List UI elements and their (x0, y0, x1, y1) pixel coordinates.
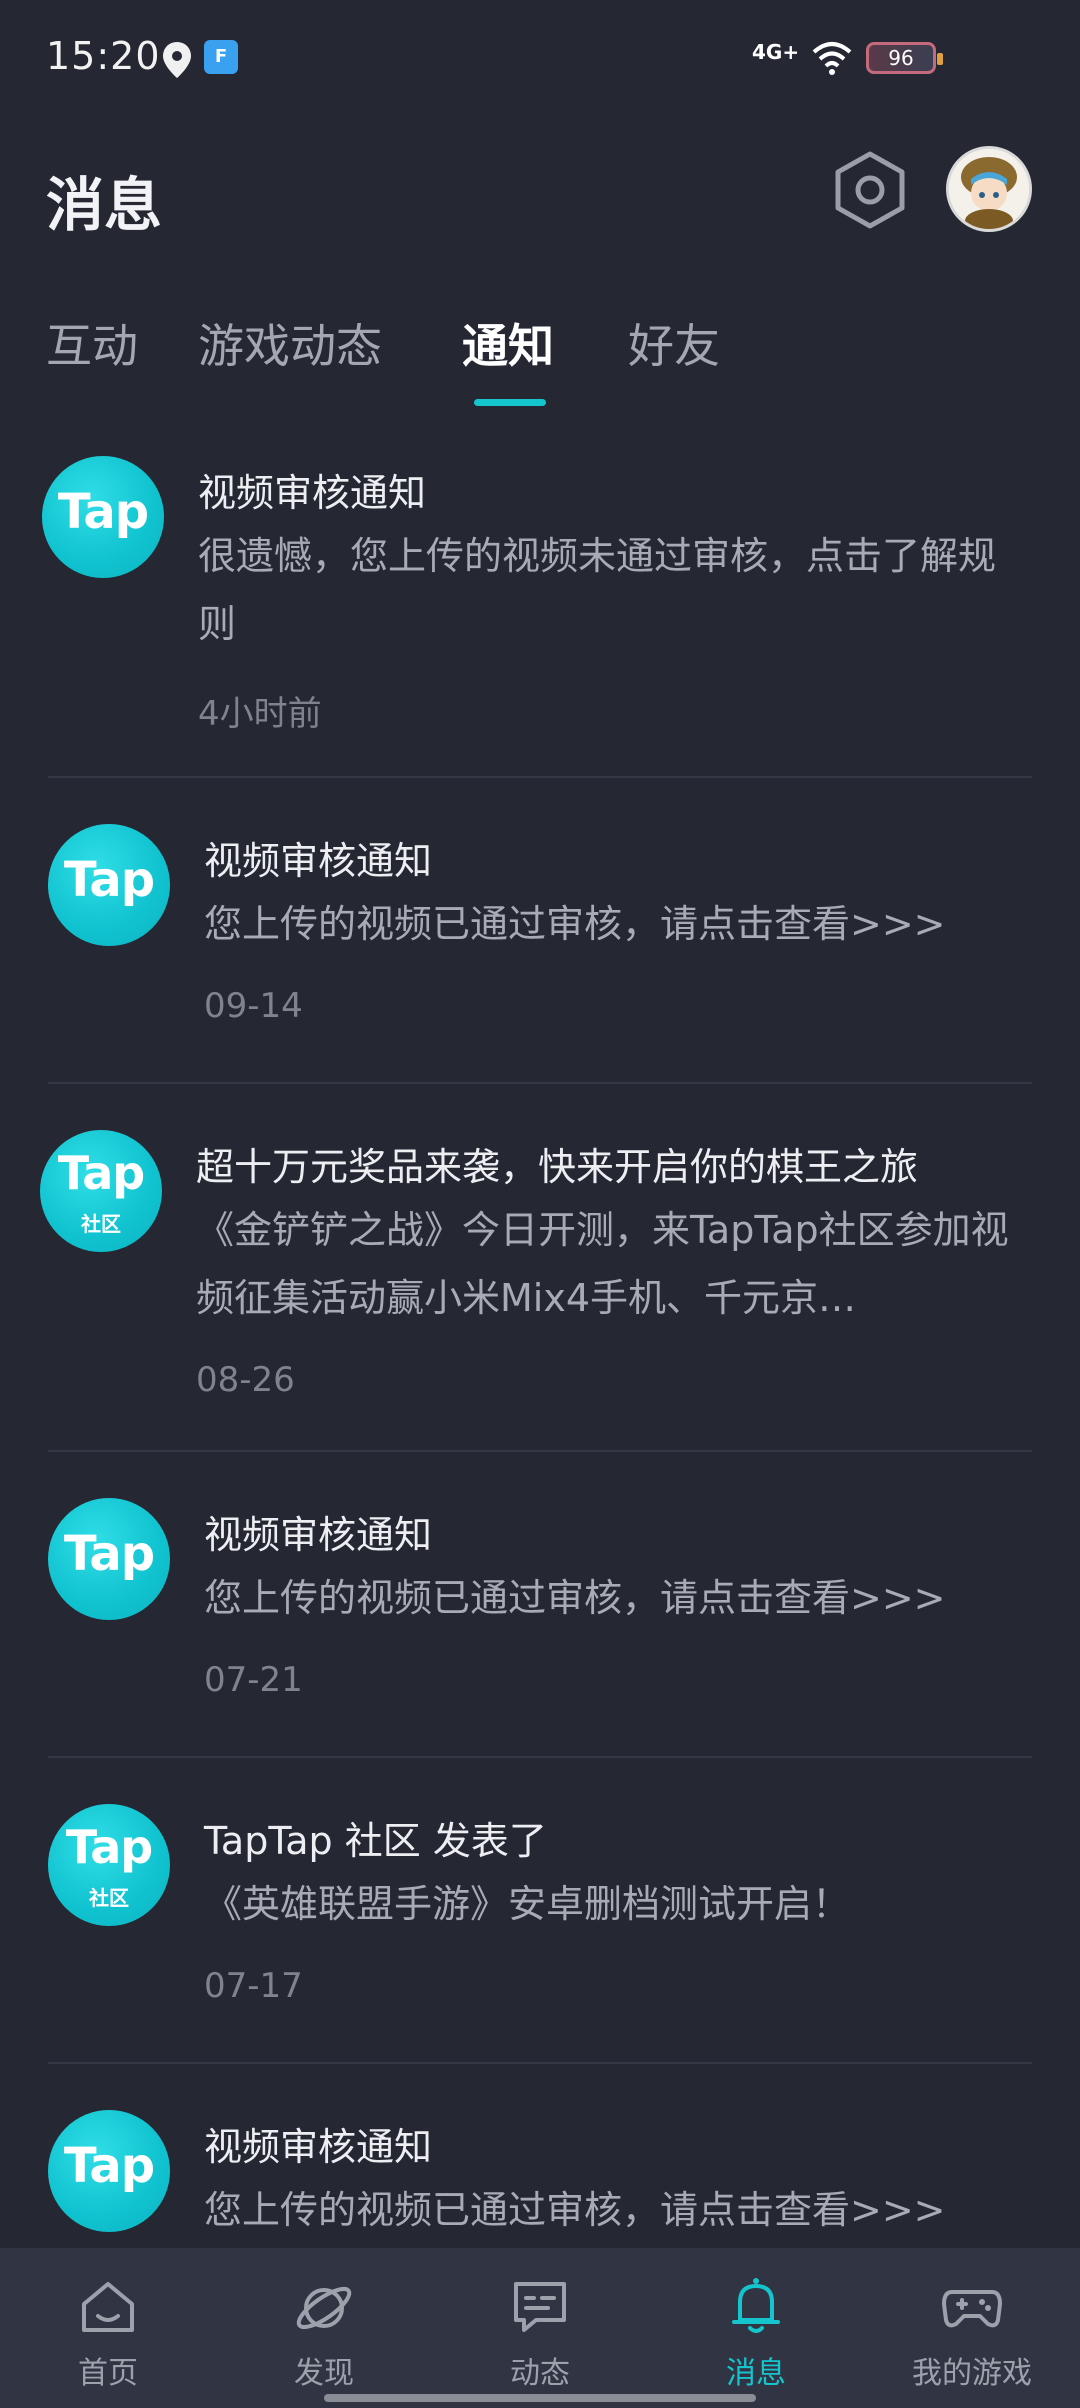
logo-subtext: 社区 (89, 1886, 129, 1910)
notification-item[interactable]: Tap 社区 超十万元奖品来袭，快来开启你的棋王之旅 《金铲铲之战》今日开测，来… (0, 1084, 1080, 1452)
logo-subtext: 社区 (81, 1212, 121, 1236)
nav-my-games[interactable]: 我的游戏 (864, 2248, 1080, 2408)
page-title: 消息 (46, 171, 163, 239)
nav-label: 消息 (726, 2356, 786, 2391)
taptap-community-logo-icon: Tap 社区 (40, 1130, 162, 1252)
logo-text: Tap (63, 2138, 155, 2194)
notification-time: 07-21 (204, 1660, 303, 1700)
notification-body: 很遗憾，您上传的视频未通过审核，点击了解规则 (198, 534, 997, 646)
taptap-logo-icon: Tap (48, 1498, 170, 1620)
notification-body: 您上传的视频已通过审核，请点击查看>>> (204, 2188, 946, 2232)
notification-time: 4小时前 (198, 694, 322, 734)
nav-label: 我的游戏 (912, 2356, 1032, 2391)
wifi-icon (812, 42, 852, 75)
user-avatar[interactable] (946, 146, 1032, 232)
status-time: 15:20 (46, 34, 161, 78)
logo-text: Tap (63, 852, 155, 908)
nav-home[interactable]: 首页 (0, 2248, 216, 2408)
notification-title: 视频审核通知 (204, 2125, 433, 2169)
notification-item[interactable]: Tap 视频审核通知 很遗憾，您上传的视频未通过审核，点击了解规则 4小时前 (0, 430, 1080, 776)
discover-planet-icon (296, 2286, 352, 2330)
notification-time: 07-17 (204, 1966, 303, 2006)
status-bar: 15:20 F 4G+ 96 (0, 0, 1080, 120)
signal-icon: 4G+ (752, 40, 800, 64)
gamepad-icon (942, 2290, 1002, 2328)
notification-item[interactable]: Tap 视频审核通知 您上传的视频已通过审核，请点击查看>>> 07-21 (0, 1452, 1080, 1756)
taptap-logo-icon: Tap (48, 2110, 170, 2232)
taptap-community-logo-icon: Tap 社区 (48, 1804, 170, 1926)
notification-time: 09-14 (204, 986, 303, 1026)
notification-time: 08-26 (196, 1360, 295, 1400)
notification-body: 您上传的视频已通过审核，请点击查看>>> (204, 1576, 946, 1620)
notification-title: 超十万元奖品来袭，快来开启你的棋王之旅 (196, 1145, 919, 1189)
notification-item[interactable]: Tap 社区 TapTap 社区 发表了 《英雄联盟手游》安卓删档测试开启！ 0… (0, 1758, 1080, 2062)
logo-text: Tap (57, 1146, 145, 1200)
chat-bubble-icon (514, 2282, 566, 2332)
home-gesture-bar[interactable] (324, 2394, 756, 2402)
tab-bar: 互动 游戏动态 通知 好友 (0, 310, 1080, 410)
tab-notifications[interactable]: 通知 (462, 310, 554, 376)
home-icon (82, 2282, 134, 2332)
active-tab-indicator (474, 399, 546, 406)
notification-title: 视频审核通知 (204, 839, 433, 883)
nav-label: 动态 (510, 2356, 570, 2391)
bottom-nav: 首页 发现 动态 消息 我的游戏 (0, 2248, 1080, 2408)
taptap-logo-icon: Tap (48, 824, 170, 946)
logo-text: Tap (57, 484, 149, 540)
battery-icon: 96 (866, 42, 943, 74)
tab-friends[interactable]: 好友 (628, 310, 720, 376)
notification-item[interactable]: Tap 视频审核通知 您上传的视频已通过审核，请点击查看>>> 09-14 (0, 778, 1080, 1082)
location-icon (163, 42, 191, 78)
app-notification-icon: F (204, 40, 238, 74)
settings-icon[interactable] (832, 150, 908, 230)
nav-feed[interactable]: 动态 (432, 2248, 648, 2408)
notification-body: 《英雄联盟手游》安卓删档测试开启！ (204, 1882, 851, 1926)
tab-game-updates[interactable]: 游戏动态 (198, 310, 382, 376)
notification-item[interactable]: Tap 视频审核通知 您上传的视频已通过审核，请点击查看>>> (0, 2064, 1080, 2248)
notification-title: 视频审核通知 (198, 471, 427, 515)
notification-body: 您上传的视频已通过审核，请点击查看>>> (204, 902, 946, 946)
logo-text: Tap (65, 1820, 153, 1874)
avatar-image (949, 149, 1029, 229)
bell-icon (732, 2278, 780, 2333)
nav-messages[interactable]: 消息 (648, 2248, 864, 2408)
taptap-logo-icon: Tap (42, 456, 164, 578)
tab-interaction[interactable]: 互动 (46, 310, 138, 376)
logo-text: Tap (63, 1526, 155, 1582)
nav-discover[interactable]: 发现 (216, 2248, 432, 2408)
notification-title: 视频审核通知 (204, 1513, 433, 1557)
notification-title: TapTap 社区 发表了 (204, 1819, 547, 1863)
nav-label: 首页 (78, 2356, 138, 2391)
nav-label: 发现 (294, 2356, 354, 2391)
notification-body: 《金铲铲之战》今日开测，来TapTap社区参加视频征集活动赢小米Mix4手机、千… (196, 1208, 1009, 1320)
